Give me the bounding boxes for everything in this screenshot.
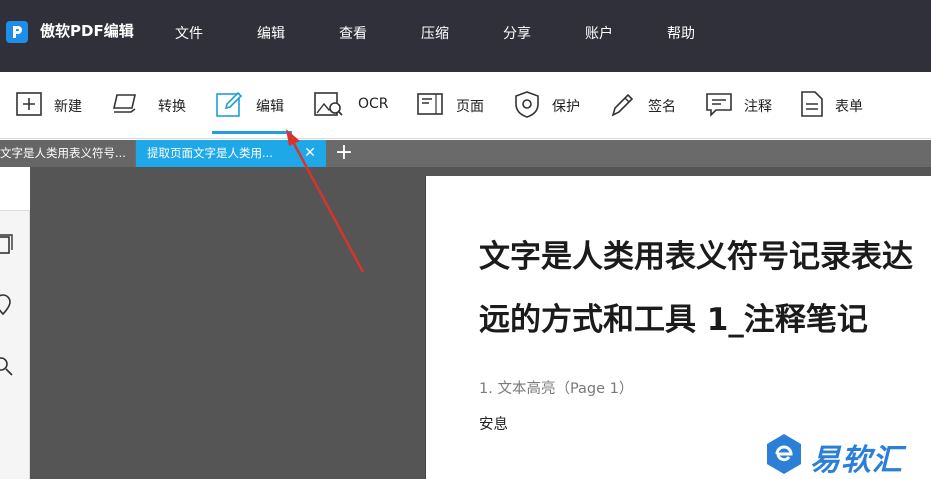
left-sidebar — [0, 167, 30, 479]
comment-pin-icon[interactable] — [0, 294, 14, 316]
tool-ocr-label: OCR — [358, 96, 389, 112]
document-heading-line1: 文字是人类用表义符号记录表达 — [479, 239, 913, 275]
active-tool-indicator — [212, 131, 292, 134]
tool-protect-label: 保护 — [552, 99, 580, 115]
menu-item-view[interactable]: 查看 — [339, 23, 367, 43]
app-title: 傲软PDF编辑 — [40, 22, 134, 40]
watermark: 易软汇 — [764, 432, 931, 478]
convert-icon — [111, 89, 141, 119]
tool-comment-label: 注释 — [744, 99, 772, 115]
shield-icon — [512, 89, 542, 119]
tool-ocr-button[interactable]: OCR — [313, 89, 393, 121]
watermark-logo-icon — [764, 432, 804, 476]
document-heading-line2: 远的方式和工具 1_注释笔记 — [479, 302, 868, 338]
tool-convert-label: 转换 — [158, 99, 186, 115]
tool-sign-button[interactable]: 签名 — [608, 89, 683, 121]
tool-comment-button[interactable]: 注释 — [704, 89, 779, 121]
comment-icon — [704, 89, 734, 119]
menu-item-account[interactable]: 账户 — [585, 23, 613, 43]
page-icon — [416, 89, 446, 119]
annotation-text: 安息 — [479, 417, 508, 433]
menu-item-edit[interactable]: 编辑 — [257, 23, 285, 43]
tool-protect-button[interactable]: 保护 — [512, 89, 587, 121]
search-icon[interactable] — [0, 355, 14, 377]
document-tab-bar: 文字是人类用表义符号... 提取页面文字是人类用... ✕ + — [0, 140, 931, 167]
watermark-text: 易软汇 — [810, 443, 903, 478]
app-logo-icon — [6, 21, 28, 43]
document-tab[interactable]: 文字是人类用表义符号... — [0, 140, 134, 167]
plus-box-icon — [14, 89, 44, 119]
toolbar: 新建 转换 编辑 OCR 页面 保护 签名 注释 表单 — [0, 72, 931, 139]
menu-item-share[interactable]: 分享 — [503, 23, 531, 43]
tool-edit-label: 编辑 — [256, 99, 284, 115]
annotation-entry: 1. 文本高亮（Page 1） — [479, 381, 634, 397]
tool-form-button[interactable]: 表单 — [797, 89, 872, 121]
tool-page-label: 页面 — [456, 99, 484, 115]
pages-icon[interactable] — [0, 233, 14, 255]
tool-new-button[interactable]: 新建 — [14, 89, 94, 121]
tool-new-label: 新建 — [54, 99, 82, 115]
ocr-image-search-icon — [313, 89, 343, 119]
menu-bar: 傲软PDF编辑 文件 编辑 查看 压缩 分享 账户 帮助 — [0, 0, 931, 72]
edit-pencil-icon — [214, 89, 244, 119]
sidebar-header — [0, 167, 30, 211]
menu-item-file[interactable]: 文件 — [175, 23, 203, 43]
close-tab-icon[interactable]: ✕ — [302, 143, 318, 163]
document-tab-active[interactable]: 提取页面文字是人类用... — [136, 140, 326, 167]
tool-convert-button[interactable]: 转换 — [111, 89, 196, 121]
menu-item-help[interactable]: 帮助 — [667, 23, 695, 43]
add-tab-icon[interactable]: + — [334, 141, 354, 165]
tool-sign-label: 签名 — [648, 99, 676, 115]
pen-icon — [608, 89, 638, 119]
menu-item-compress[interactable]: 压缩 — [421, 23, 449, 43]
tool-page-button[interactable]: 页面 — [416, 89, 491, 121]
tool-edit-button[interactable]: 编辑 — [214, 89, 294, 121]
form-document-icon — [797, 89, 827, 119]
tool-form-label: 表单 — [835, 99, 863, 115]
